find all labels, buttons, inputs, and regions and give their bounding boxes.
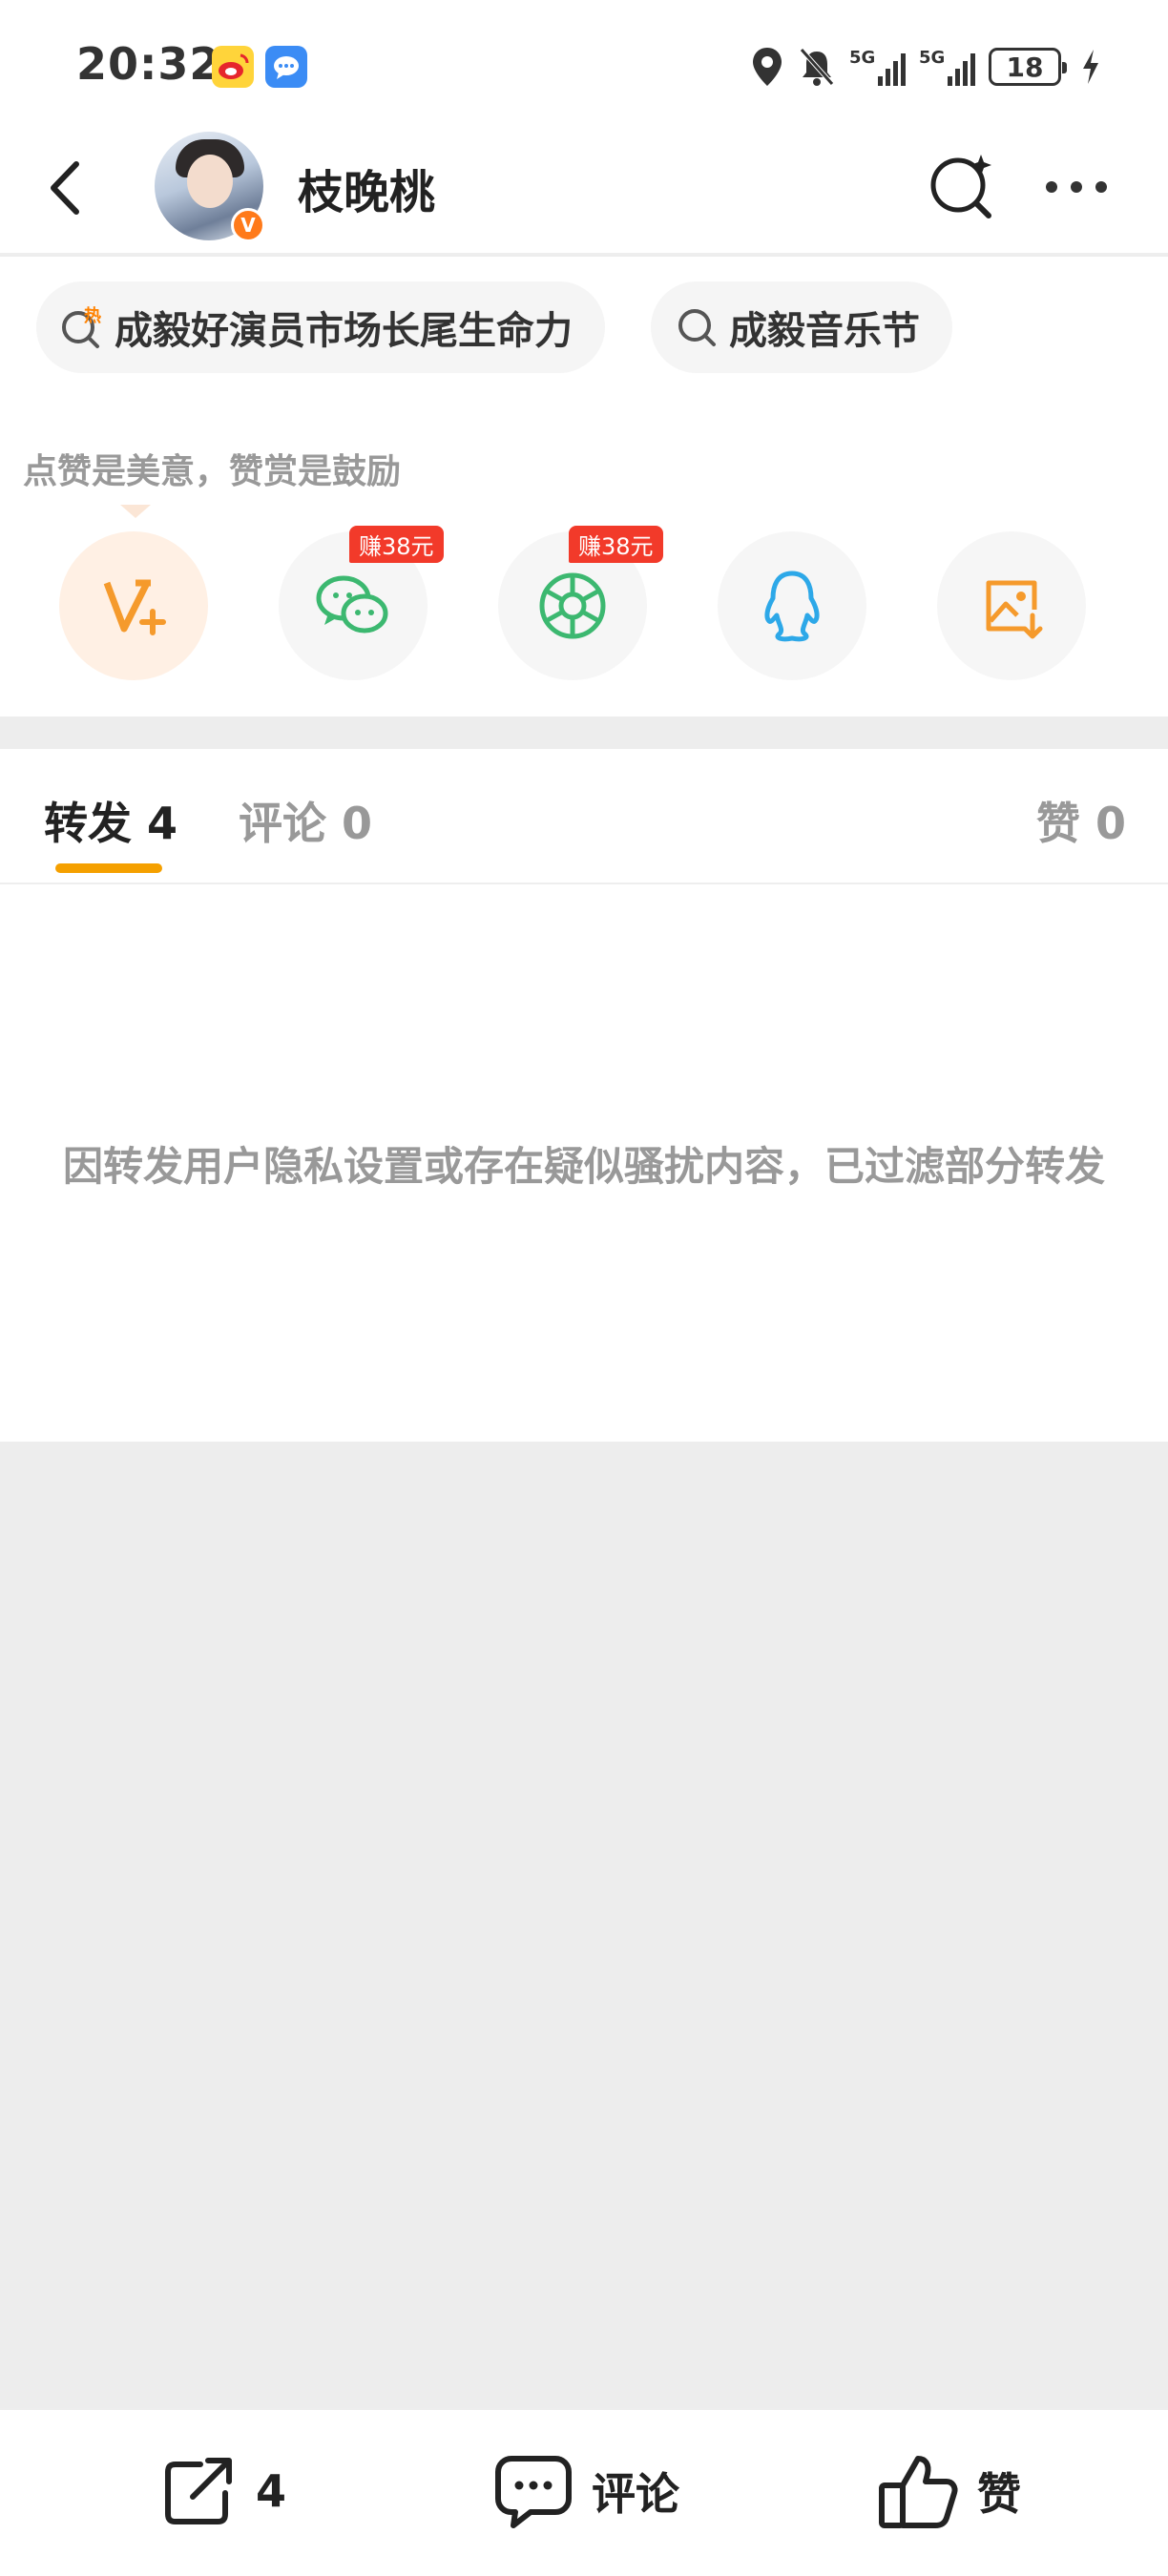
post-footer-area: 热 成毅好演员市场长尾生命力 成毅音乐节 点赞是美意，赞赏是鼓励 赚38元 赚3… <box>0 257 1168 717</box>
filter-notice: 因转发用户隐私设置或存在疑似骚扰内容，已过滤部分转发 <box>62 1143 1105 1190</box>
save-image-button[interactable] <box>937 531 1086 680</box>
wechat-icon <box>316 575 388 634</box>
hot-mark: 热 <box>84 305 101 326</box>
thumbs-up-icon <box>879 2456 958 2528</box>
verified-badge: V <box>231 208 265 242</box>
like-label: 赞 <box>977 2468 1021 2520</box>
share-wechat-button[interactable]: 赚38元 <box>279 526 444 680</box>
repost-count: 4 <box>147 798 178 849</box>
moments-icon <box>539 572 606 639</box>
topic-label: 成毅音乐节 <box>729 309 920 353</box>
active-tab-indicator <box>55 863 162 873</box>
repost-count-label: 4 <box>256 2465 287 2517</box>
battery-indicator: 18 <box>989 48 1067 86</box>
tab-like[interactable]: 赞 0 <box>1036 789 1126 852</box>
topic-label: 成毅好演员市场长尾生命力 <box>115 309 573 353</box>
avatar[interactable]: V <box>155 132 265 242</box>
mute-bell-icon <box>800 48 834 86</box>
message-app-icon <box>265 46 307 88</box>
tab-comment[interactable]: 评论 0 <box>239 789 372 852</box>
like-button[interactable]: 赞 <box>876 2450 1021 2532</box>
share-moments-button[interactable]: 赚38元 <box>498 526 663 680</box>
repost-button[interactable]: 4 <box>158 2450 286 2532</box>
like-count: 0 <box>1095 798 1126 849</box>
tooltip-pointer <box>120 505 151 518</box>
comment-button[interactable]: 评论 <box>492 2450 679 2532</box>
username[interactable]: 枝晚桃 <box>298 155 435 221</box>
search-icon[interactable] <box>926 149 1002 225</box>
share-qq-button[interactable] <box>718 531 866 680</box>
status-bar: 20:32 5G 5G 18 <box>0 0 1168 126</box>
vplus-icon <box>103 579 166 635</box>
save-image-icon <box>986 580 1043 639</box>
charging-icon <box>1083 50 1098 84</box>
bottom-action-bar: 4 评论 赞 <box>0 2408 1168 2576</box>
share-vplus-button[interactable] <box>59 531 208 680</box>
comment-label: 评论 <box>592 2468 679 2520</box>
interaction-panel: 转发 4 评论 0 赞 0 因转发用户隐私设置或存在疑似骚扰内容，已过滤部分转发 <box>0 749 1168 1442</box>
repost-icon <box>165 2458 232 2524</box>
qq-icon <box>764 571 820 642</box>
comment-count: 0 <box>342 798 373 849</box>
status-time: 20:32 <box>76 38 221 90</box>
search-icon <box>674 304 720 350</box>
weibo-app-icon <box>212 46 254 88</box>
more-options-icon[interactable] <box>1046 168 1122 206</box>
earn-badge: 赚38元 <box>569 526 663 563</box>
location-icon <box>753 48 782 86</box>
back-arrow-icon[interactable] <box>38 155 95 221</box>
encourage-text: 点赞是美意，赞赏是鼓励 <box>23 452 402 491</box>
tab-repost[interactable]: 转发 4 <box>44 789 177 852</box>
divider <box>0 883 1168 884</box>
earn-badge: 赚38元 <box>349 526 444 563</box>
signal-icon-2: 5G <box>919 48 975 86</box>
signal-icon: 5G <box>849 48 906 86</box>
top-nav-bar: V 枝晚桃 <box>0 126 1168 255</box>
battery-level: 18 <box>1006 51 1044 83</box>
topic-chip-search[interactable]: 成毅音乐节 <box>651 281 952 373</box>
comment-icon <box>495 2456 572 2528</box>
topic-chip-hot[interactable]: 热 成毅好演员市场长尾生命力 <box>36 281 605 373</box>
hot-search-icon: 热 <box>59 304 105 350</box>
